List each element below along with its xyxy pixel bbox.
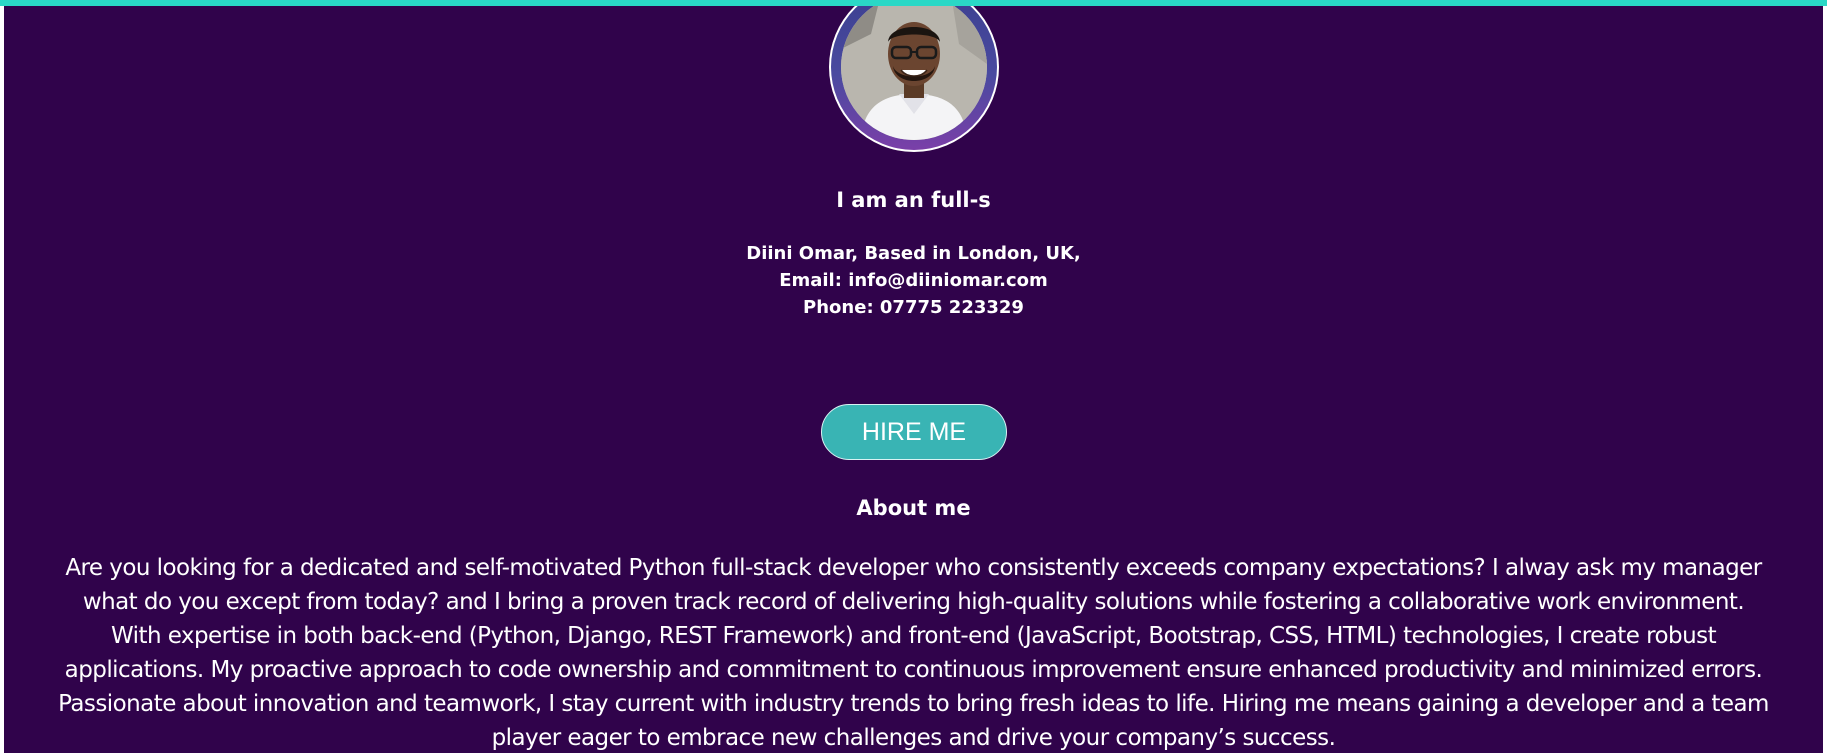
about-line: what do you except from today? and I bri… bbox=[82, 589, 1745, 615]
profile-photo bbox=[841, 6, 987, 140]
tagline: I am an full-s bbox=[836, 188, 991, 212]
email-text: Email: info@diiniomar.com bbox=[779, 270, 1048, 291]
about-line: With expertise in both back-end (Python,… bbox=[110, 623, 1717, 649]
about-line: applications. My proactive approach to c… bbox=[64, 657, 1763, 683]
phone-text: Phone: 07775 223329 bbox=[803, 297, 1024, 318]
about-line: Are you looking for a dedicated and self… bbox=[65, 555, 1762, 581]
name-location: Diini Omar, Based in London, UK, bbox=[746, 243, 1081, 264]
page: I am an full-s Diini Omar, Based in Lond… bbox=[0, 0, 1827, 753]
about-line: player eager to embrace new challenges a… bbox=[491, 725, 1336, 751]
about-text: Are you looking for a dedicated and self… bbox=[14, 551, 1813, 753]
about-title: About me bbox=[856, 496, 971, 520]
profile-photo-illustration bbox=[841, 6, 987, 140]
about-line: Passionate about innovation and teamwork… bbox=[58, 691, 1769, 717]
avatar-gradient-ring bbox=[831, 6, 997, 150]
hero-panel: I am an full-s Diini Omar, Based in Lond… bbox=[4, 6, 1823, 753]
avatar bbox=[829, 6, 999, 152]
hire-me-button[interactable]: HIRE ME bbox=[821, 404, 1007, 460]
